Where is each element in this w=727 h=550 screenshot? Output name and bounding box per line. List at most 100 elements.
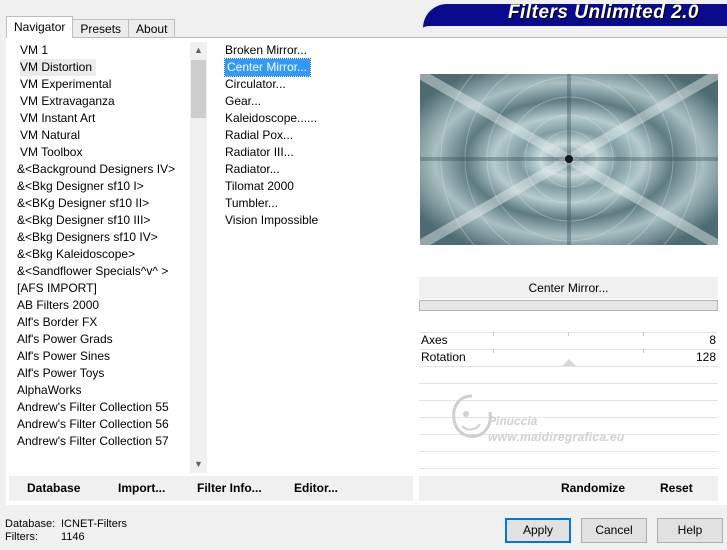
tab-presets[interactable]: Presets bbox=[72, 19, 130, 38]
category-item[interactable]: Alf's Power Toys bbox=[16, 365, 188, 382]
category-item-label: &<Bkg Kaleidoscope> bbox=[17, 247, 136, 261]
filter-item[interactable]: Radiator III... bbox=[223, 144, 413, 161]
category-item-label: &<BKg Designer sf10 II> bbox=[17, 196, 150, 210]
filter-item[interactable]: Center Mirror... bbox=[223, 58, 413, 77]
category-item[interactable]: &<Background Designers IV> bbox=[16, 161, 188, 178]
filter-item-label: Vision Impossible bbox=[225, 213, 319, 227]
reset-button[interactable]: Reset bbox=[660, 476, 693, 501]
category-item[interactable]: &<Bkg Designers sf10 IV> bbox=[16, 229, 188, 246]
filter-info-button[interactable]: Filter Info... bbox=[197, 476, 262, 501]
filter-item-label: Center Mirror... bbox=[223, 58, 312, 77]
import-button[interactable]: Import... bbox=[118, 476, 165, 501]
category-item-label: AlphaWorks bbox=[17, 383, 82, 397]
help-button[interactable]: Help bbox=[657, 518, 723, 543]
category-item-label: VM Distortion bbox=[20, 59, 97, 76]
slider-tick bbox=[493, 349, 494, 353]
category-item[interactable]: AB Filters 2000 bbox=[16, 297, 188, 314]
category-item[interactable]: &<BKg Designer sf10 II> bbox=[16, 195, 188, 212]
scrollbar-thumb[interactable] bbox=[191, 60, 206, 118]
filter-item-label: Radiator... bbox=[225, 162, 280, 176]
filter-item-label: Tumbler... bbox=[225, 196, 278, 210]
filter-item-label: Tilomat 2000 bbox=[225, 179, 294, 193]
category-item-label: Andrew's Filter Collection 57 bbox=[17, 434, 169, 448]
category-item[interactable]: &<Bkg Designer sf10 I> bbox=[16, 178, 188, 195]
slider-thumb[interactable] bbox=[562, 359, 576, 366]
param-axes-value: 8 bbox=[709, 333, 716, 347]
filter-item-label: Circulator... bbox=[225, 77, 286, 91]
divider bbox=[419, 366, 718, 367]
divider bbox=[419, 451, 718, 452]
randomize-button[interactable]: Randomize bbox=[561, 476, 625, 501]
category-item[interactable]: Andrew's Filter Collection 55 bbox=[16, 399, 188, 416]
category-item[interactable]: VM 1 bbox=[16, 42, 188, 59]
category-item-label: Alf's Power Sines bbox=[17, 349, 110, 363]
category-item[interactable]: VM Natural bbox=[16, 127, 188, 144]
tab-about[interactable]: About bbox=[128, 19, 176, 38]
category-item-label: VM Extravaganza bbox=[20, 94, 115, 108]
category-item[interactable]: AlphaWorks bbox=[16, 382, 188, 399]
param-rotation-label: Rotation bbox=[421, 350, 466, 364]
cancel-button[interactable]: Cancel bbox=[581, 518, 647, 543]
category-item[interactable]: &<Bkg Kaleidoscope> bbox=[16, 246, 188, 263]
filter-item[interactable]: Circulator... bbox=[223, 76, 413, 93]
filter-item[interactable]: Broken Mirror... bbox=[223, 42, 413, 59]
filter-item[interactable]: Tumbler... bbox=[223, 195, 413, 212]
divider bbox=[419, 468, 718, 469]
category-item[interactable]: Alf's Power Grads bbox=[16, 331, 188, 348]
watermark-url: www.maidiregrafica.eu bbox=[488, 430, 625, 444]
category-item-label: VM Instant Art bbox=[20, 111, 96, 125]
category-item[interactable]: VM Toolbox bbox=[16, 144, 188, 161]
category-item-label: Alf's Power Toys bbox=[17, 366, 105, 380]
param-rotation-value: 128 bbox=[695, 350, 716, 364]
status-info: Database: ICNET-Filters Filters: 1146 bbox=[5, 518, 127, 544]
filter-item-label: Broken Mirror... bbox=[225, 43, 308, 57]
database-button[interactable]: Database bbox=[27, 476, 80, 501]
scroll-up-icon[interactable]: ▲ bbox=[190, 42, 207, 59]
tab-navigator[interactable]: Navigator bbox=[6, 16, 74, 38]
category-item[interactable]: &<Bkg Designer sf10 III> bbox=[16, 212, 188, 229]
filter-item-label: Kaleidoscope...... bbox=[225, 111, 318, 125]
category-item[interactable]: VM Experimental bbox=[16, 76, 188, 93]
filter-item[interactable]: Radiator... bbox=[223, 161, 413, 178]
category-item-label: AB Filters 2000 bbox=[17, 298, 100, 312]
category-item[interactable]: VM Distortion bbox=[16, 59, 188, 76]
slider-tick bbox=[643, 332, 644, 336]
category-item[interactable]: [AFS IMPORT] bbox=[16, 280, 188, 297]
category-item[interactable]: &<Sandflower Specials^v^ > bbox=[16, 263, 188, 280]
filter-item[interactable]: Radial Pox... bbox=[223, 127, 413, 144]
scroll-down-icon[interactable]: ▼ bbox=[190, 456, 207, 473]
filter-item[interactable]: Gear... bbox=[223, 93, 413, 110]
app-title: Filters Unlimited 2.0 bbox=[507, 2, 699, 23]
category-item-label: VM Experimental bbox=[20, 77, 112, 91]
category-item[interactable]: Alf's Power Sines bbox=[16, 348, 188, 365]
category-item[interactable]: VM Extravaganza bbox=[16, 93, 188, 110]
category-item-label: Andrew's Filter Collection 56 bbox=[17, 417, 169, 431]
divider bbox=[419, 383, 718, 384]
filter-preview[interactable] bbox=[420, 74, 718, 245]
category-item-label: VM Natural bbox=[20, 128, 81, 142]
watermark-name: Pinuccia bbox=[488, 414, 538, 428]
filter-item-label: Radiator III... bbox=[225, 145, 294, 159]
progress-bar bbox=[419, 300, 718, 311]
category-item-label: &<Bkg Designer sf10 I> bbox=[17, 179, 144, 193]
category-item[interactable]: VM Instant Art bbox=[16, 110, 188, 127]
category-item-label: [AFS IMPORT] bbox=[17, 281, 97, 295]
category-item[interactable]: Andrew's Filter Collection 57 bbox=[16, 433, 188, 450]
editor-button[interactable]: Editor... bbox=[294, 476, 338, 501]
category-item-label: Alf's Border FX bbox=[17, 315, 98, 329]
left-toolbar: Database Import... Filter Info... Editor… bbox=[9, 476, 413, 501]
database-value: ICNET-Filters bbox=[61, 518, 127, 530]
category-item[interactable]: Alf's Border FX bbox=[16, 314, 188, 331]
filters-count-value: 1146 bbox=[61, 531, 85, 543]
category-item-label: VM Toolbox bbox=[20, 145, 83, 159]
apply-button[interactable]: Apply bbox=[505, 518, 571, 543]
filter-list[interactable]: Broken Mirror... Center Mirror... Circulat… bbox=[223, 42, 413, 229]
filter-item[interactable]: Tilomat 2000 bbox=[223, 178, 413, 195]
category-list[interactable]: VM 1 VM Distortion VM Experimental VM Extra… bbox=[16, 42, 188, 450]
category-item-label: Alf's Power Grads bbox=[17, 332, 113, 346]
category-item[interactable]: Andrew's Filter Collection 56 bbox=[16, 416, 188, 433]
category-item-label: &<Bkg Designer sf10 III> bbox=[17, 213, 151, 227]
filter-item[interactable]: Kaleidoscope...... bbox=[223, 110, 413, 127]
filters-count-label: Filters: bbox=[5, 531, 38, 543]
filter-item[interactable]: Vision Impossible bbox=[223, 212, 413, 229]
